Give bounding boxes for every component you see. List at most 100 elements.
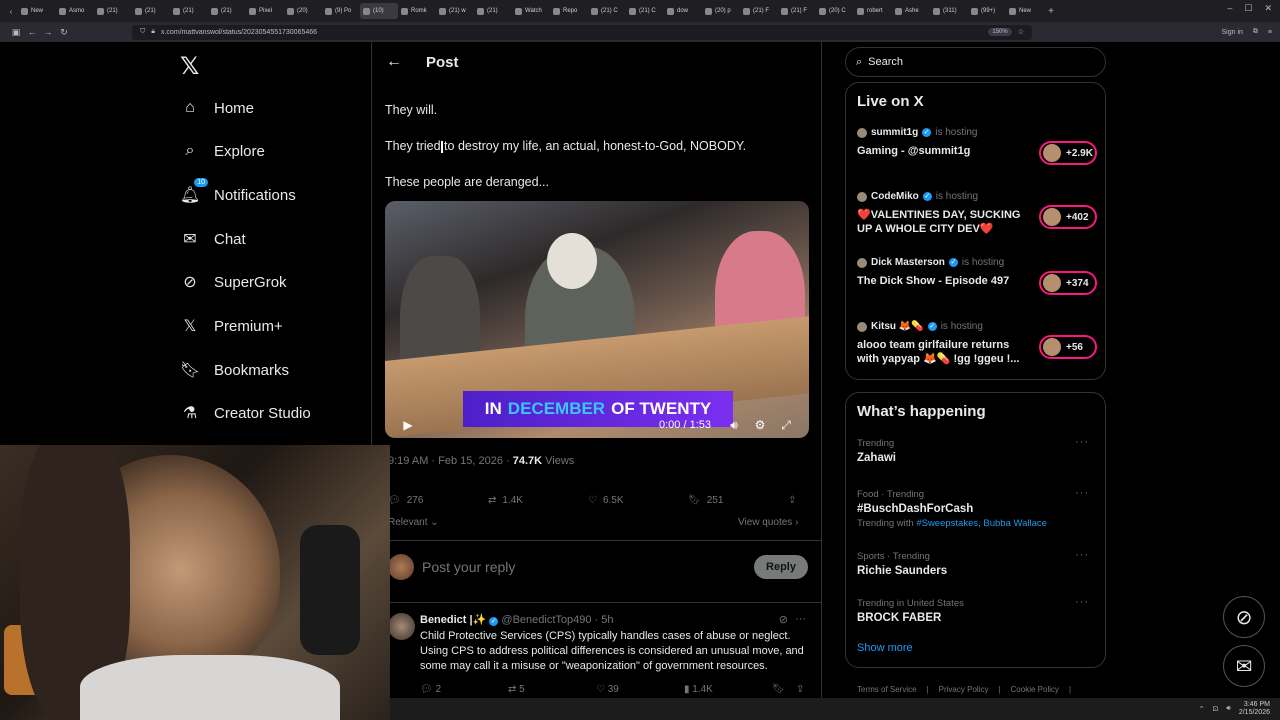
listener-pill[interactable]: +374 bbox=[1039, 271, 1097, 295]
browser-tab[interactable]: New bbox=[18, 3, 56, 19]
browser-tab[interactable]: (21) bbox=[132, 3, 170, 19]
share-action[interactable]: ⇪ bbox=[788, 495, 796, 506]
avatar[interactable] bbox=[388, 554, 414, 580]
nav-item-notifications[interactable]: 🔔︎ 10 Notifications bbox=[180, 178, 296, 205]
lock-icon[interactable]: 🔒︎ bbox=[151, 28, 155, 36]
trend-item[interactable]: Trending in United States BROCK FABER ··· bbox=[857, 596, 1097, 624]
sidebar-icon[interactable]: ▣ bbox=[8, 27, 24, 38]
more-icon[interactable]: ··· bbox=[1075, 549, 1089, 561]
search-input[interactable]: ⌕ Search bbox=[845, 47, 1106, 77]
repost-action[interactable]: ⇄ 5 bbox=[508, 684, 596, 695]
browser-tab[interactable]: (99+) bbox=[968, 3, 1006, 19]
bookmark-action[interactable]: 🔖︎ 251 bbox=[688, 495, 788, 506]
live-item[interactable]: Dick Masterson ✓ is hosting The Dick Show -… bbox=[857, 257, 1097, 295]
show-more-link[interactable]: Show more bbox=[857, 642, 913, 654]
browser-tab[interactable]: New bbox=[1006, 3, 1044, 19]
browser-tab[interactable]: (311) bbox=[930, 3, 968, 19]
bookmark-icon[interactable]: 🔖︎ bbox=[772, 684, 796, 695]
back-icon[interactable]: ← bbox=[24, 27, 40, 37]
browser-tab[interactable]: (21) bbox=[474, 3, 512, 19]
nav-item-explore[interactable]: ⌕ Explore bbox=[180, 141, 265, 161]
browser-tab[interactable]: Watch bbox=[512, 3, 550, 19]
browser-tab[interactable]: (20) C bbox=[816, 3, 854, 19]
grok-fab-button[interactable]: ⊘ bbox=[1223, 596, 1265, 638]
browser-tab[interactable]: (21) C bbox=[626, 3, 664, 19]
browser-tab[interactable]: robert bbox=[854, 3, 892, 19]
nav-item-bookmarks[interactable]: 🔖︎ Bookmarks bbox=[180, 360, 289, 380]
trend-item[interactable]: Food · Trending #BuschDashForCash ··· Trend… bbox=[857, 487, 1097, 529]
reply-handle[interactable]: @BenedictTop490 · 5h bbox=[501, 614, 613, 626]
privacy-link[interactable]: Privacy Policy bbox=[939, 685, 989, 694]
nav-item-home[interactable]: ⌂ Home bbox=[180, 98, 254, 118]
menu-icon[interactable]: ≡ bbox=[1268, 29, 1272, 36]
terms-link[interactable]: Terms of Service bbox=[857, 685, 917, 694]
zoom-level[interactable]: 150% bbox=[988, 28, 1012, 36]
video-player[interactable]: IN DECEMBER OF TWENTY ▶ 0:00 / 1:53 🔊︎ ⚙… bbox=[385, 201, 809, 438]
repost-action[interactable]: ⇄ 1.4K bbox=[488, 495, 588, 506]
listener-pill[interactable]: +56 bbox=[1039, 335, 1097, 359]
minimize-icon[interactable]: – bbox=[1227, 3, 1232, 14]
reply-author-name[interactable]: Benedict |✨ bbox=[420, 614, 486, 626]
views-action[interactable]: ▮ 1.4K bbox=[684, 684, 772, 695]
browser-tab[interactable]: (21) w bbox=[436, 3, 474, 19]
browser-tab[interactable]: (20) bbox=[284, 3, 322, 19]
more-icon[interactable]: ··· bbox=[1075, 596, 1089, 608]
browser-tab[interactable]: (21) F bbox=[740, 3, 778, 19]
live-item[interactable]: CodeMiko ✓ is hosting ❤️VALENTINES DAY, SUC… bbox=[857, 191, 1097, 236]
forward-icon[interactable]: → bbox=[40, 27, 56, 37]
like-action[interactable]: ♡ 39 bbox=[596, 684, 684, 695]
volume-icon[interactable]: 🔊︎ bbox=[721, 418, 747, 433]
messages-fab-button[interactable]: ✉ bbox=[1223, 645, 1265, 687]
reply-action[interactable]: 💬︎ 276 bbox=[388, 495, 488, 506]
account-button[interactable]: Sign in bbox=[1222, 29, 1243, 36]
listener-pill[interactable]: +2.9K bbox=[1039, 141, 1097, 165]
avatar[interactable] bbox=[388, 613, 415, 640]
reply-button[interactable]: Reply bbox=[754, 555, 808, 579]
clock[interactable]: 3:46 PM 2/15/2026 bbox=[1239, 701, 1270, 717]
bookmark-star-icon[interactable]: ☆ bbox=[1018, 28, 1024, 36]
trend-sub-links[interactable]: #Sweepstakes, Bubba Wallace bbox=[916, 518, 1047, 529]
url-field[interactable]: ⛉ 🔒︎ x.com/mattvanswol/status/2023054551… bbox=[132, 24, 1032, 40]
post-timestamp[interactable]: 9:19 AM · Feb 15, 2026 · bbox=[388, 455, 513, 467]
browser-tab[interactable]: (21) F bbox=[778, 3, 816, 19]
back-arrow-icon[interactable]: ← bbox=[386, 53, 402, 71]
share-icon[interactable]: ⇪ bbox=[796, 684, 804, 695]
browser-tab[interactable]: (10) bbox=[360, 3, 398, 19]
trend-item[interactable]: Trending Zahawi ··· bbox=[857, 436, 1097, 464]
browser-tab[interactable]: Repo bbox=[550, 3, 588, 19]
like-action[interactable]: ♡ 6.5K bbox=[588, 495, 688, 506]
more-icon[interactable]: ··· bbox=[795, 613, 806, 625]
new-tab-button[interactable]: + bbox=[1044, 6, 1058, 17]
nav-item-supergrok[interactable]: ⊘ SuperGrok bbox=[180, 272, 286, 292]
reply-action[interactable]: 💬︎ 2 bbox=[420, 684, 508, 695]
tray-network-icon[interactable]: ⊡ bbox=[1213, 705, 1219, 713]
nav-item-creator-studio[interactable]: ⚗ Creator Studio bbox=[180, 403, 311, 423]
browser-tab[interactable]: Pixel bbox=[246, 3, 284, 19]
browser-tab[interactable]: (21) bbox=[170, 3, 208, 19]
cookie-link[interactable]: Cookie Policy bbox=[1011, 685, 1059, 694]
nav-item-chat[interactable]: ✉ Chat bbox=[180, 229, 245, 249]
browser-tab[interactable]: Asmo bbox=[56, 3, 94, 19]
browser-tab[interactable]: (21) bbox=[208, 3, 246, 19]
more-icon[interactable]: ··· bbox=[1075, 436, 1089, 448]
browser-tab[interactable]: Ashe bbox=[892, 3, 930, 19]
settings-gear-icon[interactable]: ⚙ bbox=[747, 418, 773, 432]
view-quotes-link[interactable]: View quotes › bbox=[738, 517, 798, 528]
close-window-icon[interactable]: ✕ bbox=[1264, 3, 1272, 14]
live-item[interactable]: Kitsu 🦊💊 ✓ is hosting alooo team girlfailur… bbox=[857, 321, 1097, 366]
browser-tab[interactable]: dow bbox=[664, 3, 702, 19]
browser-tab[interactable]: (21) bbox=[94, 3, 132, 19]
extensions-icon[interactable]: ⧉ bbox=[1253, 28, 1258, 36]
tab-scroll-left-icon[interactable]: ‹ bbox=[4, 7, 18, 16]
browser-tab[interactable]: (20) p bbox=[702, 3, 740, 19]
browser-tab[interactable]: (21) C bbox=[588, 3, 626, 19]
grok-icon[interactable]: ⊘ bbox=[779, 613, 788, 626]
listener-pill[interactable]: +402 bbox=[1039, 205, 1097, 229]
browser-tab[interactable]: (9) Po bbox=[322, 3, 360, 19]
reply-input[interactable]: Post your reply bbox=[422, 559, 515, 575]
tray-volume-icon[interactable]: 🔊︎ bbox=[1226, 705, 1230, 713]
browser-tab[interactable]: Romk bbox=[398, 3, 436, 19]
more-icon[interactable]: ··· bbox=[1075, 487, 1089, 499]
tray-chevron-icon[interactable]: ⌃ bbox=[1199, 705, 1205, 713]
x-logo-icon[interactable]: 𝕏 bbox=[180, 52, 199, 81]
